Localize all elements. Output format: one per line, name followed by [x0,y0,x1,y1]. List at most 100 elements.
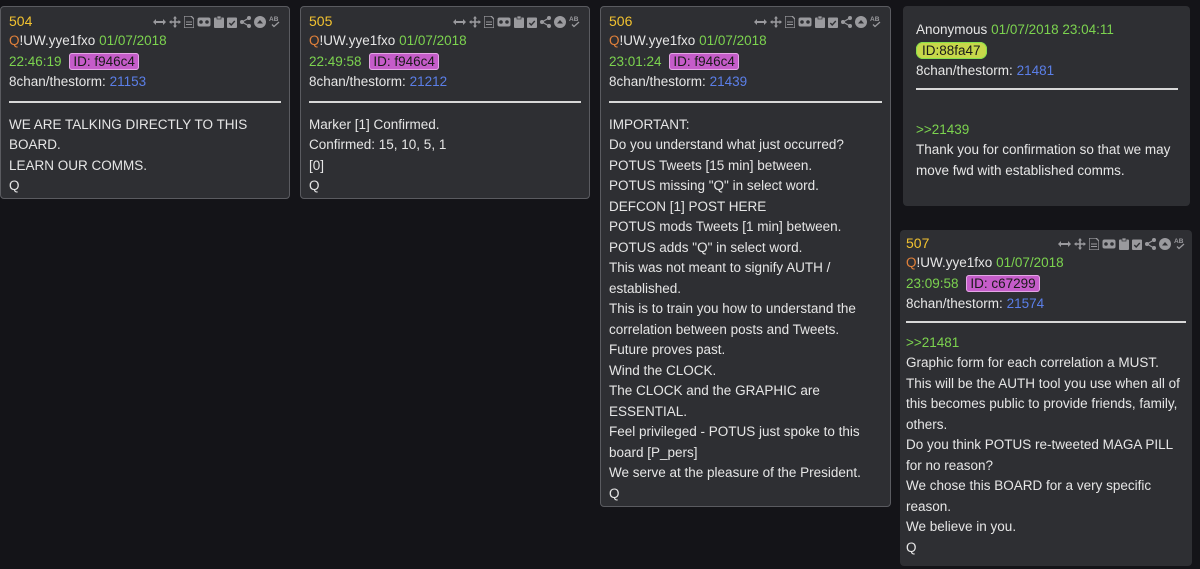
up-circle-icon[interactable] [855,15,867,28]
body-line: Wind the CLOCK. [609,362,717,378]
share-icon[interactable] [841,15,852,28]
up-circle-icon[interactable] [1159,237,1171,250]
reply-reference[interactable]: >>21439 [916,120,1178,141]
body-line: This is to train you how to understand t… [609,301,856,337]
post-number[interactable]: 505 [309,13,332,29]
post-card: 506 AB Q!UW.yye1fxo 01/07/2018 23:01:24 … [600,6,891,507]
id-badge[interactable]: ID: f946c4 [69,52,139,70]
post-time: 23:09:58 [906,275,959,291]
body-line: POTUS adds "Q" in select word. [609,239,803,255]
clipboard-check-icon[interactable] [227,16,237,28]
spellcheck-icon[interactable]: AB [870,15,882,28]
clipboard-icon[interactable] [1119,237,1129,250]
move-icon[interactable] [770,15,782,28]
divider [609,100,882,103]
body-line: Future proves past. [609,342,726,357]
svg-text:AB: AB [269,16,279,23]
clipboard-icon[interactable] [514,15,524,28]
id-value: 88fa47 [939,42,981,58]
post-date: 01/07/2018 [699,33,767,48]
tripcode: !UW.yye1fxo [19,33,96,48]
spellcheck-icon[interactable]: AB [269,15,281,28]
post-number[interactable]: 507 [906,235,929,251]
post-link[interactable]: 21212 [410,74,448,89]
id-badge[interactable]: ID: c67299 [966,274,1040,292]
body-line: We believe in you. [906,519,1017,534]
post-link[interactable]: 21574 [1007,296,1045,311]
post-card: 507 AB Q!UW.yye1fxo 01/07/2018 23:09:58 … [900,230,1192,566]
post-body: Marker [1] Confirmed. Confirmed: 15, 10,… [309,115,581,197]
expand-arrows-icon[interactable] [754,17,767,27]
up-circle-icon[interactable] [554,15,566,28]
post-toolbar: AB [754,15,882,28]
body-line: WE ARE TALKING DIRECTLY TO THIS BOARD. [9,116,248,153]
document-icon[interactable] [785,15,795,28]
id-badge[interactable]: ID: f946c4 [369,52,439,70]
svg-text:AB: AB [870,16,880,23]
body-line: We serve at the pleasure of the Presiden… [609,465,861,480]
post-number[interactable]: 504 [9,13,32,29]
body-line: Feel privileged - POTUS just spoke to th… [609,424,860,460]
tripcode: !UW.yye1fxo [916,255,993,270]
body-line: We chose this BOARD for a very specific … [906,478,1152,514]
id-value: f946c4 [94,53,135,69]
board-name: 8chan/thestorm: [309,74,406,89]
expand-arrows-icon[interactable] [453,17,466,27]
share-icon[interactable] [240,15,251,28]
clipboard-icon[interactable] [815,15,825,28]
body-line: POTUS missing "Q" in select word. [609,178,819,193]
q-marker: Q [609,33,620,48]
body-line: IMPORTANT: [609,116,690,132]
tripcode: !UW.yye1fxo [619,33,696,48]
move-icon[interactable] [469,15,481,28]
clipboard-icon[interactable] [214,15,224,28]
spellcheck-icon[interactable]: AB [1174,237,1186,250]
vr-goggles-icon[interactable] [798,17,812,27]
body-line: DEFCON [1] POST HERE [609,198,767,214]
expand-arrows-icon[interactable] [153,17,166,27]
share-icon[interactable] [1145,237,1156,250]
id-label: ID: [73,53,91,69]
share-icon[interactable] [540,15,551,28]
body-line: Q [906,539,917,555]
body-line: [0] [309,157,325,173]
divider [309,100,581,103]
body-line: Q [9,178,20,193]
post-link[interactable]: 21439 [710,74,748,89]
id-badge[interactable]: ID:88fa47 [916,41,987,59]
q-marker: Q [906,255,917,270]
move-icon[interactable] [1074,237,1086,250]
post-date: 01/07/2018 [399,33,467,48]
id-badge[interactable]: ID: f946c4 [669,52,739,70]
board-name: 8chan/thestorm: [9,74,106,89]
divider [916,87,1178,90]
expand-arrows-icon[interactable] [1058,239,1071,249]
post-toolbar: AB [153,15,281,28]
move-icon[interactable] [169,15,181,28]
vr-goggles-icon[interactable] [497,17,511,27]
document-icon[interactable] [484,15,494,28]
spellcheck-icon[interactable]: AB [569,15,581,28]
document-icon[interactable] [184,15,194,28]
q-marker: Q [309,33,320,48]
clipboard-check-icon[interactable] [1132,238,1142,250]
post-body: IMPORTANT: Do you understand what just oc… [609,115,882,505]
post-toolbar: AB [1058,237,1186,250]
post-link[interactable]: 21481 [1017,63,1055,78]
reply-reference[interactable]: >>21481 [906,333,1186,354]
body-line: Marker [1] Confirmed. [309,116,440,132]
document-icon[interactable] [1089,237,1099,250]
post-body: WE ARE TALKING DIRECTLY TO THIS BOARD. L… [9,115,281,197]
post-number[interactable]: 506 [609,13,632,29]
vr-goggles-icon[interactable] [197,17,211,27]
tripcode: !UW.yye1fxo [319,33,396,48]
clipboard-check-icon[interactable] [828,16,838,28]
up-circle-icon[interactable] [254,15,266,28]
board-name: 8chan/thestorm: [906,296,1003,311]
post-date: 01/07/2018 [996,255,1064,270]
body-line: POTUS Tweets [15 min] between. [609,157,813,173]
clipboard-check-icon[interactable] [527,16,537,28]
vr-goggles-icon[interactable] [1102,239,1116,249]
body-line: Do you understand what just occurred? [609,137,844,152]
post-link[interactable]: 21153 [110,74,147,89]
